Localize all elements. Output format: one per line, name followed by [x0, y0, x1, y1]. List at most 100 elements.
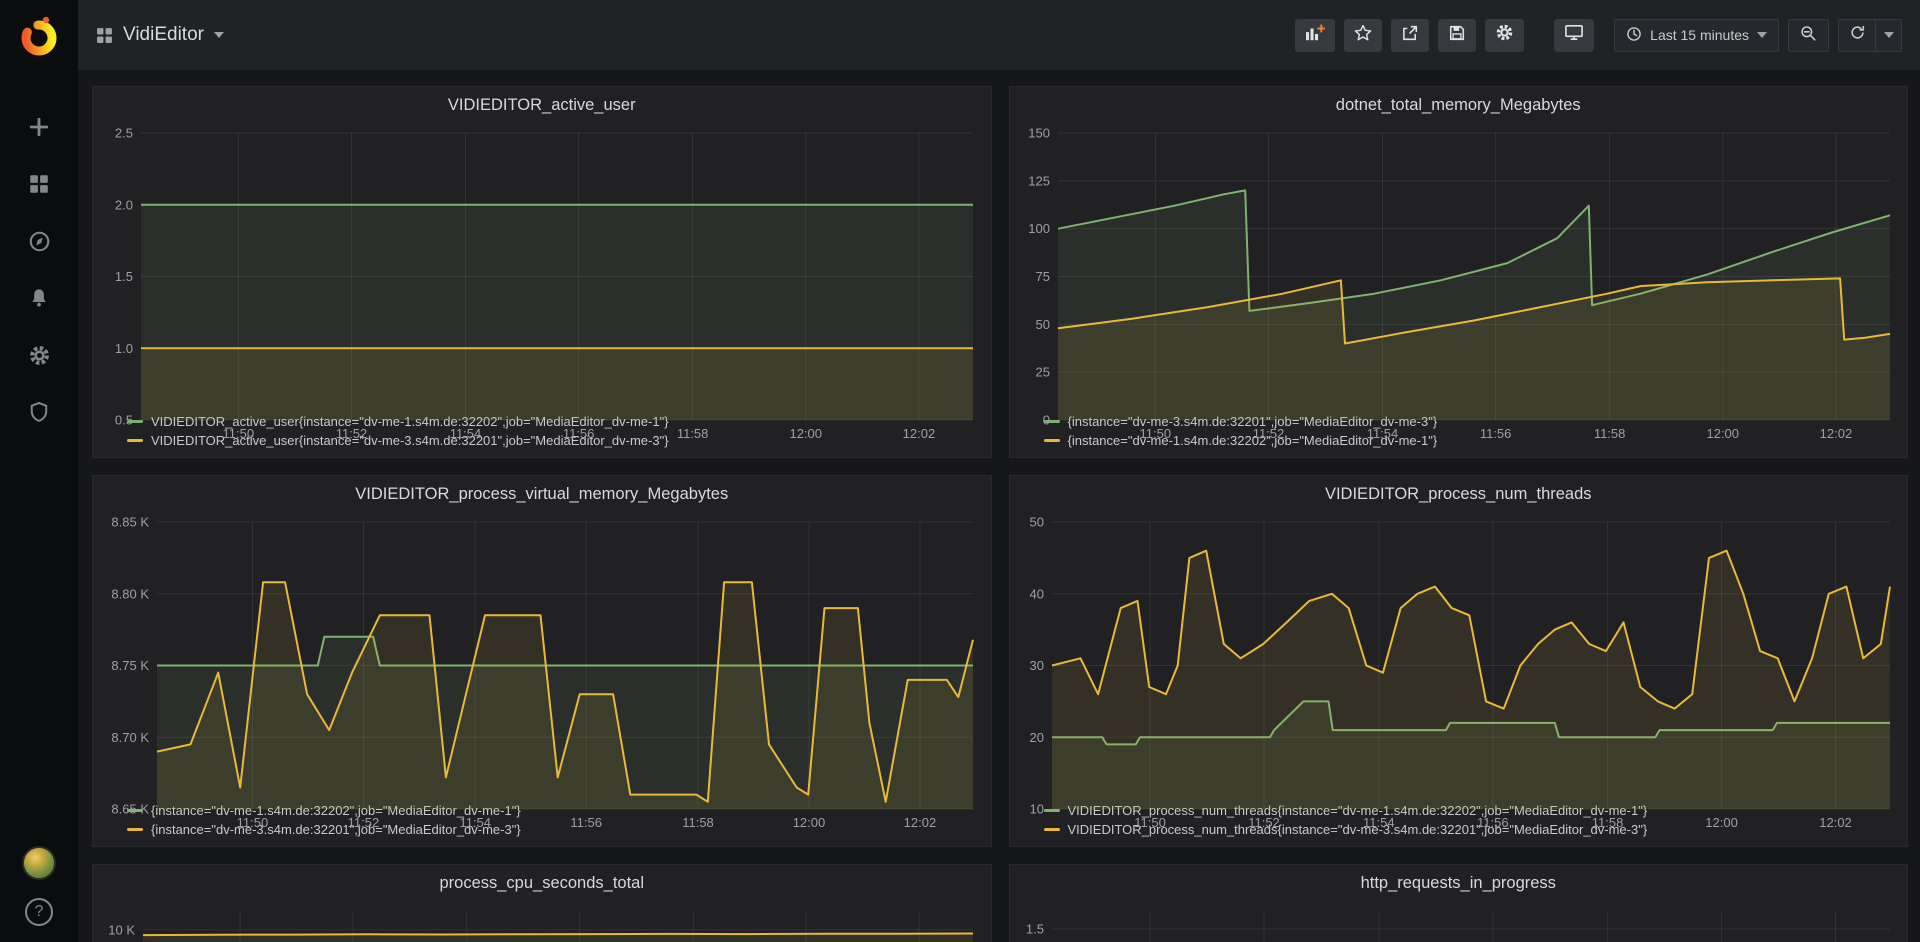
sidebar-item-explore[interactable]: [14, 218, 64, 264]
gear-icon: [1495, 23, 1514, 47]
chevron-down-icon: [1884, 32, 1894, 38]
svg-text:12:02: 12:02: [1819, 426, 1852, 441]
dashboard-title-button[interactable]: VidiEditor: [96, 24, 224, 46]
svg-text:11:54: 11:54: [1363, 815, 1395, 830]
refresh-interval-dropdown[interactable]: [1876, 19, 1902, 52]
navbar-actions: Last 15 minutes: [1286, 19, 1902, 52]
panel-title[interactable]: VIDIEDITOR_active_user: [93, 87, 991, 123]
svg-text:11:52: 11:52: [1252, 426, 1284, 441]
svg-text:12:00: 12:00: [1706, 426, 1739, 441]
svg-text:2.5: 2.5: [115, 126, 133, 141]
clock-icon: [1626, 26, 1642, 45]
panel-title[interactable]: VIDIEDITOR_process_virtual_memory_Megaby…: [93, 476, 991, 512]
svg-text:1.0: 1.0: [115, 341, 133, 356]
refresh-button[interactable]: [1838, 19, 1876, 52]
svg-text:75: 75: [1035, 269, 1049, 284]
grafana-logo-icon[interactable]: [15, 12, 63, 60]
panel-grid: VIDIEDITOR_active_user 11:5011:5211:5411…: [92, 86, 1908, 942]
svg-text:11:52: 11:52: [1248, 815, 1280, 830]
save-button[interactable]: [1438, 19, 1476, 52]
help-icon[interactable]: ?: [25, 898, 53, 926]
star-button[interactable]: [1344, 19, 1382, 52]
dashboard-grid-icon: [96, 27, 113, 44]
svg-text:11:54: 11:54: [450, 426, 482, 441]
dashboards-grid-icon: [28, 173, 50, 195]
plus-icon: [28, 116, 50, 138]
panel-title[interactable]: dotnet_total_memory_Megabytes: [1010, 87, 1908, 123]
sidebar-item-server-admin[interactable]: [14, 389, 64, 435]
svg-text:11:54: 11:54: [459, 815, 491, 830]
svg-text:11:56: 11:56: [1479, 426, 1511, 441]
zoom-out-icon: [1800, 25, 1817, 45]
chart-canvas[interactable]: 11:5011:5211:5411:5611:5812:0012:0210203…: [1010, 512, 1908, 801]
svg-text:10 K: 10 K: [108, 922, 135, 937]
dashboard-settings-button[interactable]: [1485, 19, 1524, 52]
svg-text:50: 50: [1035, 317, 1049, 332]
chart-canvas[interactable]: 11:5011:5211:5411:5611:5812:0012:020.51.…: [93, 123, 991, 412]
panel-vidieditor-process-virtual-memory-megabytes: VIDIEDITOR_process_virtual_memory_Megaby…: [92, 475, 992, 847]
sidebar-item-create[interactable]: [14, 104, 64, 150]
svg-text:150: 150: [1028, 126, 1050, 141]
svg-text:10: 10: [1029, 802, 1043, 817]
panel-http-requests-in-progress: http_requests_in_progress 11:5011:5211:5…: [1009, 864, 1909, 942]
gear-icon: [28, 344, 51, 367]
svg-text:11:58: 11:58: [1593, 426, 1625, 441]
svg-text:30: 30: [1029, 658, 1043, 673]
navbar: VidiEditor: [78, 0, 1920, 70]
bell-icon: [28, 287, 50, 309]
svg-text:12:02: 12:02: [1819, 815, 1852, 830]
svg-text:11:50: 11:50: [1134, 815, 1166, 830]
sidebar: ?: [0, 0, 78, 942]
svg-text:11:50: 11:50: [1139, 426, 1171, 441]
svg-text:0.5: 0.5: [115, 413, 133, 428]
svg-text:11:58: 11:58: [1591, 815, 1623, 830]
cycle-view-mode-button[interactable]: [1554, 19, 1594, 52]
chart-canvas[interactable]: 11:5011:5211:5411:5611:5812:0012:028.65 …: [93, 512, 991, 801]
svg-text:11:58: 11:58: [682, 815, 714, 830]
svg-text:11:50: 11:50: [237, 815, 269, 830]
panel-vidieditor-active-user: VIDIEDITOR_active_user 11:5011:5211:5411…: [92, 86, 992, 458]
sidebar-item-configuration[interactable]: [14, 332, 64, 378]
sidebar-item-alerting[interactable]: [14, 275, 64, 321]
chart-canvas[interactable]: 11:5011:5211:5411:5611:5812:0012:0210 K: [93, 901, 991, 942]
svg-text:8.80 K: 8.80 K: [111, 586, 149, 601]
chevron-down-icon: [214, 32, 224, 38]
dashboard-title: VidiEditor: [123, 24, 204, 46]
shield-icon: [28, 401, 50, 423]
svg-text:12:02: 12:02: [903, 426, 936, 441]
add-panel-button[interactable]: [1295, 19, 1335, 52]
chart-canvas[interactable]: 11:5011:5211:5411:5611:5812:0012:0202550…: [1010, 123, 1908, 412]
chart-canvas[interactable]: 11:5011:5211:5411:5611:5812:0012:021.5: [1010, 901, 1908, 942]
star-icon: [1354, 24, 1372, 47]
svg-text:12:00: 12:00: [1705, 815, 1738, 830]
svg-text:50: 50: [1029, 515, 1043, 530]
svg-text:25: 25: [1035, 365, 1049, 380]
user-avatar[interactable]: [22, 846, 56, 880]
svg-text:100: 100: [1028, 221, 1050, 236]
sidebar-item-dashboards[interactable]: [14, 161, 64, 207]
share-button[interactable]: [1391, 19, 1429, 52]
svg-text:11:56: 11:56: [570, 815, 602, 830]
add-panel-icon: [1305, 24, 1325, 47]
svg-text:2.0: 2.0: [115, 197, 133, 212]
chevron-down-icon: [1757, 32, 1767, 38]
panel-title[interactable]: process_cpu_seconds_total: [93, 865, 991, 901]
svg-text:0: 0: [1042, 413, 1049, 428]
refresh-icon: [1849, 24, 1866, 46]
svg-text:11:56: 11:56: [1476, 815, 1508, 830]
svg-text:11:56: 11:56: [563, 426, 595, 441]
dashboard-content: VIDIEDITOR_active_user 11:5011:5211:5411…: [78, 70, 1920, 942]
panel-dotnet-total-memory-megabytes: dotnet_total_memory_Megabytes 11:50 11:52…: [1009, 86, 1909, 458]
svg-text:12:00: 12:00: [793, 815, 826, 830]
svg-text:40: 40: [1029, 586, 1043, 601]
svg-text:12:00: 12:00: [789, 426, 822, 441]
panel-title[interactable]: http_requests_in_progress: [1010, 865, 1908, 901]
zoom-out-button[interactable]: [1788, 19, 1829, 52]
time-range-picker[interactable]: Last 15 minutes: [1614, 19, 1779, 52]
panel-process-cpu-seconds-total: process_cpu_seconds_total 11:5011:5211:5…: [92, 864, 992, 942]
svg-text:125: 125: [1028, 173, 1050, 188]
monitor-icon: [1564, 23, 1584, 47]
time-range-label: Last 15 minutes: [1650, 27, 1749, 43]
svg-text:11:52: 11:52: [336, 426, 368, 441]
panel-title[interactable]: VIDIEDITOR_process_num_threads: [1010, 476, 1908, 512]
